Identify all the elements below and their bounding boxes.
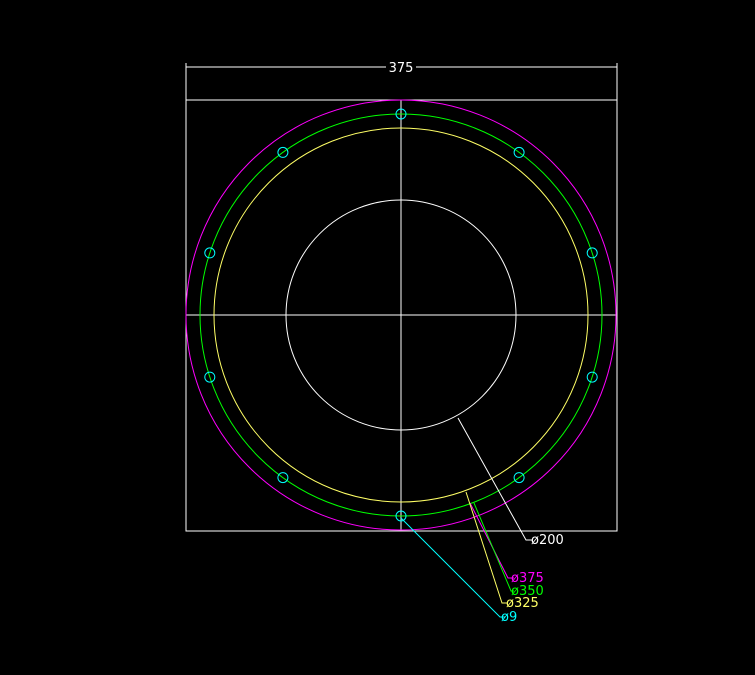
leader-d375 (469, 502, 514, 579)
leader-d200 (457, 417, 533, 541)
overall-dimension-text: 375 (389, 61, 414, 76)
leader-d325 (465, 491, 508, 604)
label-d325: ø325 (506, 596, 539, 611)
label-d200: ø200 (531, 533, 564, 548)
leader-d9 (400, 517, 505, 618)
label-d9: ø9 (501, 610, 517, 625)
flange-drawing: 375 ø200 ø375 ø350 ø325 ø9 (185, 59, 618, 625)
